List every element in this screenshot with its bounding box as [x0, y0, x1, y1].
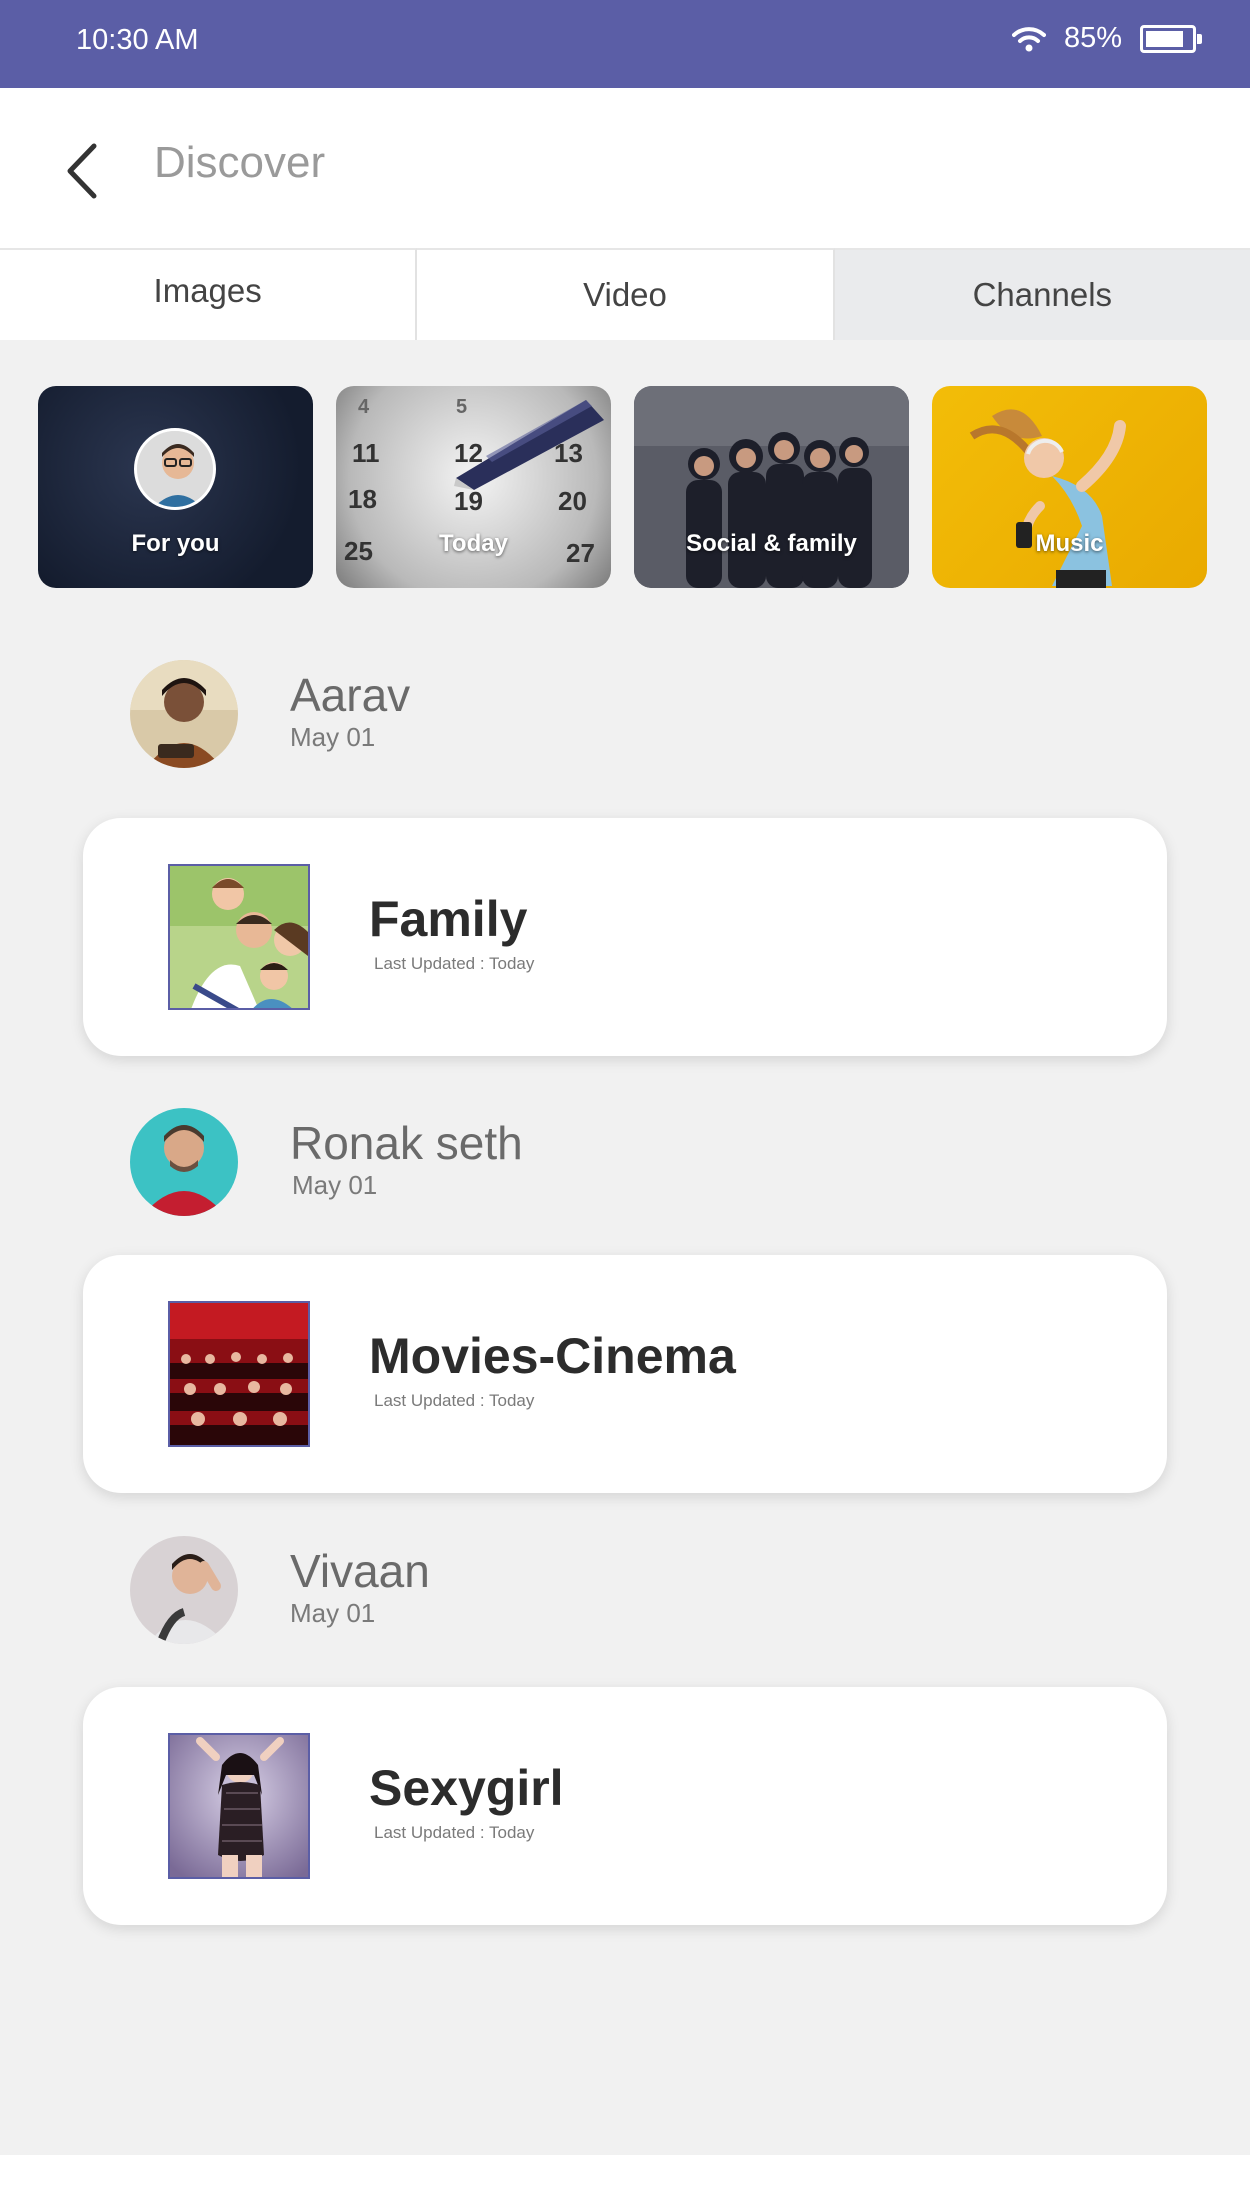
tab-images[interactable]: Images — [0, 248, 418, 340]
category-row: For you 4 5 11 12 13 18 19 20 25 27 Toda… — [38, 386, 1207, 588]
page-title: Discover — [154, 138, 326, 187]
card-subtitle: Last Updated : Today — [374, 954, 535, 973]
card-subtitle: Last Updated : Today — [374, 1823, 535, 1842]
avatar — [130, 1108, 238, 1216]
card-thumbnail — [168, 864, 310, 1010]
tab-label: Video — [583, 276, 667, 313]
category-label: Music — [1035, 530, 1104, 557]
bottom-bar — [0, 2155, 1250, 2207]
user-name: Aarav — [290, 669, 411, 721]
card-thumbnail — [168, 1733, 310, 1879]
avatar — [130, 660, 238, 768]
tab-video[interactable]: Video — [417, 248, 835, 340]
category-today[interactable]: 4 5 11 12 13 18 19 20 25 27 Today — [336, 386, 611, 588]
post-date: May 01 — [290, 722, 376, 752]
post-date: May 01 — [292, 1170, 378, 1200]
category-label: For you — [131, 530, 220, 557]
card-title: Movies-Cinema — [369, 1328, 736, 1384]
back-arrow-icon[interactable] — [58, 136, 108, 206]
card-title: Family — [369, 891, 528, 947]
card-subtitle: Last Updated : Today — [374, 1391, 535, 1410]
status-indicators: 85% — [1011, 22, 1202, 55]
tab-channels[interactable]: Channels — [834, 248, 1250, 340]
category-label: Today — [439, 530, 508, 557]
user-name: Vivaan — [290, 1545, 430, 1597]
for-you-avatar — [134, 428, 216, 510]
category-for-you[interactable]: For you — [38, 386, 313, 588]
category-social-family[interactable]: Social & family — [634, 386, 909, 588]
channel-card[interactable]: Family Last Updated : Today — [83, 818, 1167, 1056]
battery-percent: 85% — [1063, 22, 1122, 54]
category-label: Social & family — [686, 530, 857, 557]
channel-card[interactable]: Sexygirl Last Updated : Today — [83, 1687, 1167, 1925]
card-title: Sexygirl — [369, 1760, 564, 1816]
category-music[interactable]: Music — [932, 386, 1207, 588]
card-thumbnail — [168, 1301, 310, 1447]
tab-label: Channels — [972, 276, 1113, 313]
post-date: May 01 — [290, 1598, 376, 1628]
wifi-icon — [1011, 25, 1046, 53]
tab-label: Images — [153, 272, 262, 309]
header: Discover — [0, 88, 1250, 248]
status-time: 10:30 AM — [76, 24, 199, 56]
status-bar: 10:30 AM 85% — [0, 0, 1250, 88]
battery-icon — [1140, 24, 1202, 53]
channel-card[interactable]: Movies-Cinema Last Updated : Today — [83, 1255, 1167, 1493]
user-name: Ronak seth — [290, 1117, 523, 1169]
avatar — [130, 1536, 238, 1644]
tab-bar: Images Video Channels — [0, 248, 1250, 344]
